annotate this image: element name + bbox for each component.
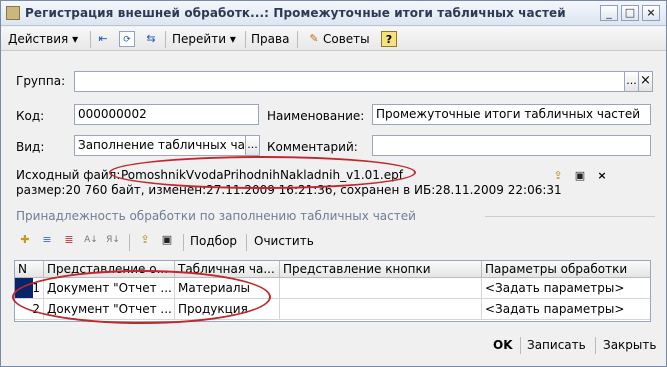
tips-button[interactable]: Советы: [323, 31, 370, 48]
toolbar-separator: [246, 234, 247, 251]
ok-button[interactable]: OK: [493, 335, 513, 355]
table-cell-parameters[interactable]: <Задать параметры>: [482, 299, 650, 320]
section-title: Принадлежность обработки по заполнению т…: [16, 209, 416, 223]
close-button[interactable]: Закрыть: [603, 335, 656, 355]
column-header-parameters[interactable]: Параметры обработки: [482, 261, 650, 278]
app-icon: [6, 6, 20, 20]
pick-button[interactable]: Подбор: [190, 234, 237, 248]
window-title: Регистрация внешней обработк...: Промежу…: [25, 6, 566, 20]
kind-field[interactable]: Заполнение табличных ча: [74, 135, 246, 156]
switch-icon[interactable]: ⇆: [143, 31, 159, 47]
load-icon[interactable]: ⇪: [137, 232, 153, 248]
help-button[interactable]: ?: [381, 31, 397, 47]
copy-row-icon[interactable]: ≡: [39, 232, 55, 248]
actions-menu[interactable]: Действия ▾: [8, 31, 78, 48]
highlight-ellipse: [109, 156, 416, 189]
delete-row-icon[interactable]: ≣: [61, 232, 77, 248]
sort-descending-icon[interactable]: Я↓: [105, 232, 121, 248]
toolbar-separator: [165, 31, 166, 48]
column-header-n[interactable]: N: [15, 261, 44, 278]
tips-icon: ✎: [309, 32, 319, 45]
kind-select-button[interactable]: ...: [245, 135, 260, 156]
toolbar-separator: [90, 31, 91, 48]
toolbar-separator: [297, 31, 298, 48]
dropdown-arrow-icon: ▾: [229, 32, 236, 46]
dropdown-arrow-icon: ▾: [72, 32, 79, 46]
title-bar: Регистрация внешней обработк...: Промежу…: [1, 1, 666, 26]
toolbar-separator: [183, 234, 184, 251]
go-to-list-icon[interactable]: ⇤: [95, 31, 111, 47]
table-cell-parameters[interactable]: <Задать параметры>: [482, 278, 650, 299]
goto-label: Перейти: [172, 32, 226, 46]
column-header-button-representation[interactable]: Представление кнопки: [280, 261, 482, 278]
name-label: Наименование:: [267, 109, 365, 123]
highlight-ellipse: [12, 270, 271, 324]
code-field[interactable]: 000000002: [74, 104, 259, 125]
actions-label: Действия: [8, 32, 69, 46]
toolbar-separator: [245, 31, 246, 48]
section-divider: [485, 216, 655, 217]
comment-label: Комментарий:: [267, 140, 358, 154]
save-button[interactable]: Записать: [527, 335, 586, 355]
refresh-icon[interactable]: ⟳: [119, 31, 135, 47]
code-label: Код:: [16, 109, 45, 123]
comment-field[interactable]: [372, 135, 651, 156]
group-field[interactable]: [74, 71, 625, 92]
table-cell-button[interactable]: [280, 299, 482, 320]
table-cell-button[interactable]: [280, 278, 482, 299]
group-clear-button[interactable]: ×: [638, 71, 653, 92]
save-icon[interactable]: ▣: [159, 232, 175, 248]
clear-button[interactable]: Очистить: [254, 234, 314, 248]
toolbar: Действия ▾ ⇤ ⟳ ⇆ Перейти ▾ Права ✎ Совет…: [1, 27, 666, 51]
add-row-icon[interactable]: ✚: [17, 232, 33, 248]
save-file-icon[interactable]: ▣: [572, 168, 588, 184]
sort-ascending-icon[interactable]: A↓: [83, 232, 99, 248]
kind-label: Вид:: [16, 140, 45, 154]
minimize-button[interactable]: _: [600, 5, 618, 21]
goto-menu[interactable]: Перейти ▾: [172, 31, 236, 48]
clear-file-icon[interactable]: ×: [594, 168, 610, 184]
footer-separator: [595, 337, 596, 354]
registration-window: Регистрация внешней обработк...: Промежу…: [0, 0, 667, 367]
toolbar-separator: [129, 234, 130, 251]
group-select-button[interactable]: ...: [624, 71, 639, 92]
source-file-label: Исходный файл:: [16, 168, 121, 182]
rights-button[interactable]: Права: [251, 31, 289, 48]
name-field[interactable]: Промежуточные итоги табличных частей: [372, 104, 651, 125]
footer-separator: [520, 337, 521, 354]
maximize-button[interactable]: □: [621, 5, 639, 21]
close-window-button[interactable]: ×: [642, 5, 660, 21]
group-label: Группа:: [16, 74, 66, 88]
open-file-icon[interactable]: ⇪: [550, 168, 566, 184]
